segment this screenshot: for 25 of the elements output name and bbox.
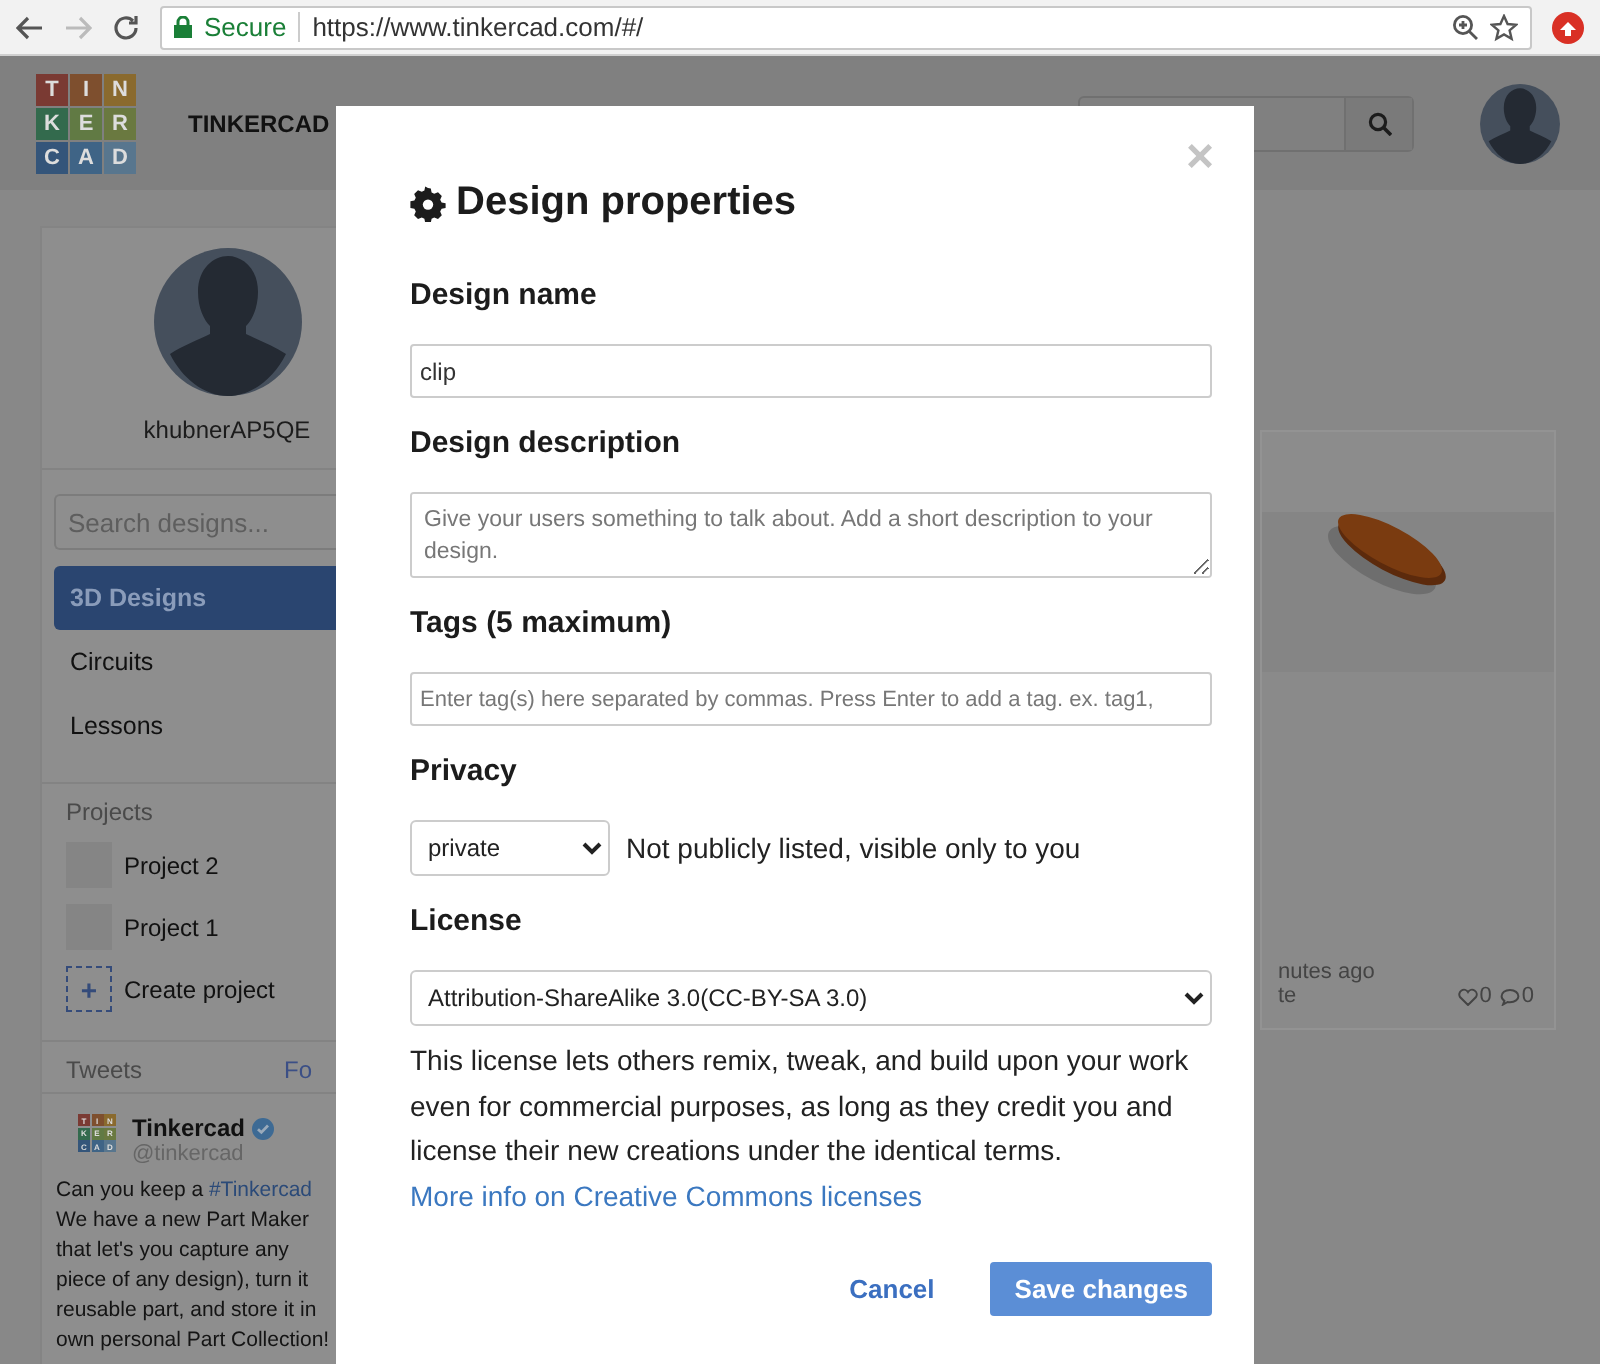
field-label: License [410,904,524,938]
comment-count: 0 [1521,984,1534,1008]
tweet-text: that let's you capture any [54,1236,291,1266]
like-count: 0 [1479,984,1492,1008]
tweet-text: We have a new Part Maker [54,1206,311,1236]
section-title: Tweets [66,1056,143,1084]
field-label: Design name [410,278,599,312]
tinkercad-logo: T I N K E R C A D [36,73,136,173]
design-time: nutes ago [1276,960,1377,984]
license-description: This license lets others remix, tweak, and build upon your work even for commercial purposes, as long as they credit you and license their new creations under the identical terms. More info on Creative Commons licenses [410,1042,1191,1215]
field-label: Design description [410,426,683,460]
tweet-text: Can you keep a #Tinkercad [54,1176,315,1206]
field-label: Privacy [410,754,519,788]
tweet-text: own personal Part Collection! [54,1326,332,1356]
tweet-text: piece of any design), turn it [54,1266,311,1296]
tweet-author: Tinkercad [132,1114,245,1142]
section-title: Projects [66,798,153,826]
secure-label: Secure [204,12,301,42]
tweet-text: reusable part, and store it in [54,1296,319,1326]
field-label: Tags (5 maximum) [410,606,674,640]
username: khubnerAP5QE [141,414,313,448]
dialog-title: Design properties [456,180,797,226]
url-text: https://www.tinkercad.com/#/ [312,12,646,42]
design-meta: te [1276,984,1297,1008]
privacy-note: Not publicly listed, visible only to you [626,832,1081,864]
